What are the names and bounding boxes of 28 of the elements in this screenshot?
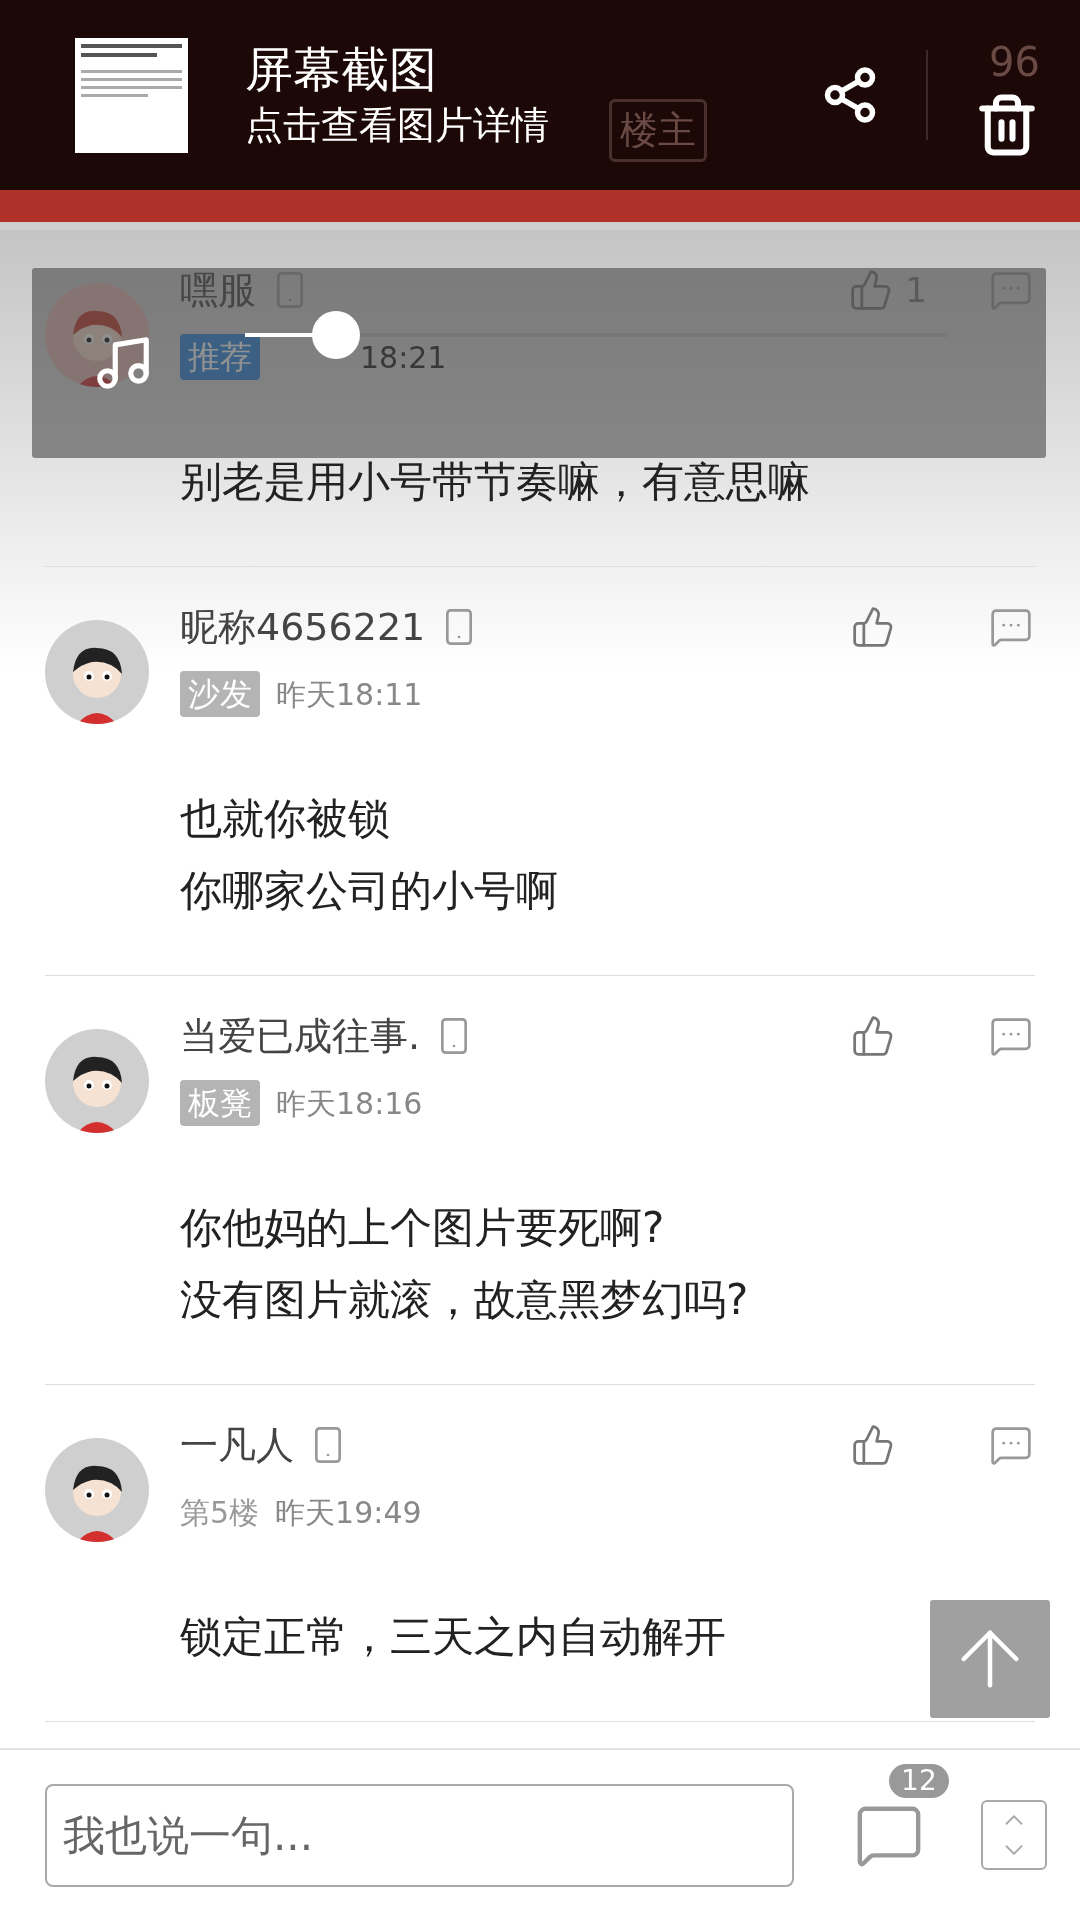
post-tag: 板凳 — [180, 1080, 260, 1126]
post-time: 昨天19:49 — [275, 1493, 422, 1532]
post-time: 昨天18:16 — [276, 1084, 423, 1123]
post-time: 昨天18:11 — [276, 675, 423, 714]
post-time: 18:21 — [360, 338, 447, 377]
floor-number: 第5楼 — [180, 1493, 260, 1532]
notification-title: 屏幕截图 — [245, 40, 438, 99]
notification-subtitle: 点击查看图片详情 — [245, 102, 549, 149]
post-text: 别老是用小号带节奏嘛，有意思嘛 — [180, 456, 810, 508]
battery-level: 96 — [989, 38, 1040, 87]
like-button[interactable] — [851, 1423, 895, 1467]
post-text: 没有图片就滚，故意黑梦幻吗? — [180, 1274, 749, 1326]
user-name[interactable]: 一凡人 — [180, 1416, 294, 1474]
user-name[interactable]: 当爱已成往事. — [180, 1007, 421, 1065]
comment-count-badge: 12 — [889, 1764, 949, 1798]
post-text: 也就你被锁 — [180, 793, 390, 845]
post-text: 你哪家公司的小号啊 — [180, 865, 558, 917]
post-text: 锁定正常，三天之内自动解开 — [180, 1611, 726, 1663]
scroll-top-button[interactable] — [930, 1600, 1050, 1718]
user-name[interactable]: 昵称4656221 — [180, 598, 426, 656]
page-jump-button[interactable] — [981, 1800, 1047, 1870]
reply-input[interactable]: 我也说一句... — [45, 1783, 795, 1887]
document-thumbnail[interactable] — [75, 37, 188, 153]
post-text: 你他妈的上个图片要死啊? — [180, 1202, 665, 1254]
post-tag: 推荐 — [180, 334, 260, 380]
post-tag: 沙发 — [180, 671, 260, 717]
like-button[interactable] — [851, 605, 895, 649]
like-button[interactable] — [851, 1014, 895, 1058]
